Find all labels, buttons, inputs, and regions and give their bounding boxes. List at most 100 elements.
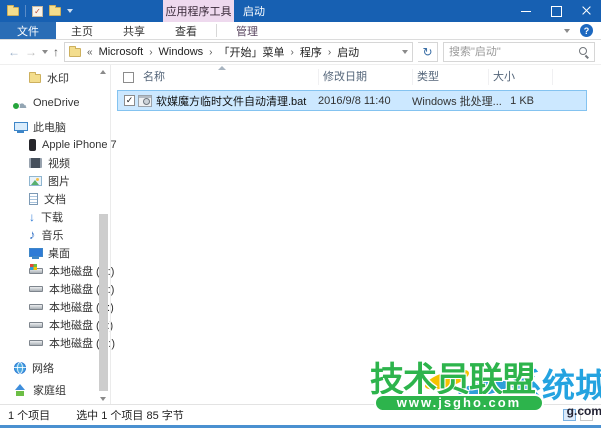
video-icon — [29, 158, 42, 168]
tab-divider — [216, 24, 217, 37]
help-icon[interactable]: ? — [580, 24, 593, 37]
sidebar-item-watermark-folder[interactable]: 水印 — [0, 69, 110, 87]
sidebar-item-apple-iphone[interactable]: Apple iPhone 7 — [0, 136, 110, 154]
sidebar-item-documents[interactable]: 文档 — [0, 190, 110, 208]
file-type: Windows 批处理... — [412, 93, 488, 109]
tab-home[interactable]: 主页 — [56, 22, 108, 39]
content-area: 水印 ☁ OneDrive 此电脑 Apple iPhone 7 视频 图片 — [0, 65, 601, 404]
disk-icon — [29, 322, 43, 328]
tab-share[interactable]: 共享 — [108, 22, 160, 39]
sidebar-item-label: 图片 — [48, 173, 70, 189]
sidebar-item-onedrive[interactable]: ☁ OneDrive — [0, 94, 110, 112]
scrollbar-up-icon[interactable] — [100, 70, 106, 74]
tab-view[interactable]: 查看 — [160, 22, 212, 39]
breadcrumb-item-startup[interactable]: 启动 — [337, 44, 359, 60]
qat-customize-chevron-icon[interactable] — [67, 9, 73, 13]
up-icon[interactable]: ↑ — [53, 46, 59, 58]
breadcrumb-item-programs[interactable]: 程序 — [300, 44, 322, 60]
sidebar-item-label: 水印 — [47, 70, 69, 86]
sidebar-scrollbar[interactable] — [97, 65, 110, 404]
sidebar-item-disk-f[interactable]: 本地磁盘 (F:) — [0, 316, 110, 334]
sidebar-item-label: 家庭组 — [33, 382, 66, 398]
disk-icon — [29, 340, 43, 346]
system-disk-icon — [29, 268, 43, 274]
sidebar-item-pictures[interactable]: 图片 — [0, 172, 110, 190]
column-header-name[interactable]: 名称 — [139, 69, 319, 85]
sidebar-item-label: 文档 — [44, 191, 66, 207]
recent-locations-chevron-icon[interactable] — [42, 50, 48, 54]
new-folder-icon[interactable] — [49, 7, 61, 16]
view-buttons — [563, 409, 593, 421]
title-bar: ✓ 应用程序工具 启动 — [0, 0, 601, 22]
column-header-date[interactable]: 修改日期 — [319, 69, 413, 85]
row-checkbox[interactable]: ✓ — [124, 95, 135, 106]
qat-separator — [25, 5, 26, 17]
context-tab-application-tools[interactable]: 应用程序工具 — [163, 0, 234, 22]
breadcrumb-item-windows[interactable]: Windows — [159, 46, 204, 58]
select-all-cell — [119, 69, 139, 85]
breadcrumb-separator: › — [326, 47, 333, 58]
item-count: 1 个项目 — [8, 407, 50, 423]
sidebar-item-network[interactable]: 网络 — [0, 359, 110, 377]
breadcrumb-separator: › — [207, 47, 214, 58]
folder-icon — [29, 74, 41, 83]
breadcrumb-prefix: « — [85, 47, 95, 58]
ribbon-tab-row: 文件 主页 共享 查看 管理 ? — [0, 22, 601, 40]
refresh-icon[interactable]: ↻ — [418, 42, 438, 62]
sidebar-item-this-pc[interactable]: 此电脑 — [0, 118, 110, 136]
phone-icon — [29, 139, 36, 151]
quick-access-toolbar: ✓ — [0, 0, 73, 22]
select-all-checkbox[interactable] — [123, 72, 134, 83]
search-icon[interactable] — [579, 47, 589, 57]
file-row-selected[interactable]: ✓ 软媒魔方临时文件自动清理.bat 2016/9/8 11:40 Window… — [117, 90, 587, 111]
scrollbar-thumb[interactable] — [99, 214, 108, 391]
back-icon[interactable]: ← — [8, 46, 20, 58]
window-title: 启动 — [243, 0, 265, 22]
sidebar-item-videos[interactable]: 视频 — [0, 154, 110, 172]
search-input[interactable] — [449, 46, 575, 58]
details-view-button[interactable] — [563, 409, 576, 421]
navigation-pane: 水印 ☁ OneDrive 此电脑 Apple iPhone 7 视频 图片 — [0, 65, 110, 404]
ribbon-collapse-chevron-icon[interactable] — [564, 29, 570, 33]
forward-icon[interactable]: → — [25, 46, 37, 58]
maximize-button[interactable] — [541, 0, 571, 22]
sidebar-item-disk-d[interactable]: 本地磁盘 (D:) — [0, 280, 110, 298]
sidebar-item-desktop[interactable]: 桌面 — [0, 244, 110, 262]
sidebar-item-music[interactable]: ♪ 音乐 — [0, 226, 110, 244]
scrollbar-down-icon[interactable] — [100, 397, 106, 401]
sidebar-item-label: 网络 — [32, 360, 54, 376]
sidebar-item-homegroup[interactable]: 家庭组 — [0, 381, 110, 399]
tab-file[interactable]: 文件 — [0, 22, 56, 39]
breadcrumb-item-start-menu[interactable]: 「开始」菜单 — [219, 44, 285, 60]
column-header-type[interactable]: 类型 — [413, 69, 489, 85]
sidebar-item-downloads[interactable]: ↓ 下载 — [0, 208, 110, 226]
breadcrumb-item-microsoft[interactable]: Microsoft — [99, 46, 144, 58]
sort-ascending-icon — [218, 66, 226, 70]
breadcrumb-separator: › — [147, 47, 154, 58]
large-icons-view-button[interactable] — [580, 409, 593, 421]
breadcrumb-separator: › — [289, 47, 296, 58]
address-bar-row: ← → ↑ « Microsoft › Windows › 「开始」菜单 › 程… — [0, 40, 601, 65]
sidebar-item-disk-e[interactable]: 本地磁盘 (E:) — [0, 298, 110, 316]
minimize-button[interactable] — [511, 0, 541, 22]
sidebar-item-disk-c[interactable]: 本地磁盘 (C:) — [0, 262, 110, 280]
selection-info: 选中 1 个项目 85 字节 — [76, 407, 184, 423]
location-folder-icon — [69, 48, 81, 57]
file-list: 名称 修改日期 类型 大小 ✓ 软媒魔方临时文件自动清理.bat 2016/9/… — [110, 65, 601, 404]
disk-icon — [29, 286, 43, 292]
address-dropdown-chevron-icon[interactable] — [402, 50, 408, 54]
address-breadcrumb[interactable]: « Microsoft › Windows › 「开始」菜单 › 程序 › 启动 — [64, 42, 413, 62]
close-button[interactable] — [571, 0, 601, 22]
ribbon-controls: ? — [564, 22, 593, 39]
picture-icon — [29, 176, 42, 186]
column-header-size[interactable]: 大小 — [489, 69, 553, 85]
tab-manage[interactable]: 管理 — [221, 22, 273, 39]
search-box — [443, 42, 595, 62]
download-icon: ↓ — [29, 211, 35, 223]
sidebar-item-label: OneDrive — [33, 97, 79, 109]
homegroup-icon — [14, 384, 27, 396]
sidebar-item-disk-g[interactable]: 本地磁盘 (G:) — [0, 334, 110, 352]
explorer-window: ✓ 应用程序工具 启动 文件 主页 共享 查看 管理 ? ← → ↑ « — [0, 0, 601, 428]
sidebar-item-label: 此电脑 — [33, 119, 66, 135]
properties-icon[interactable]: ✓ — [32, 6, 43, 17]
